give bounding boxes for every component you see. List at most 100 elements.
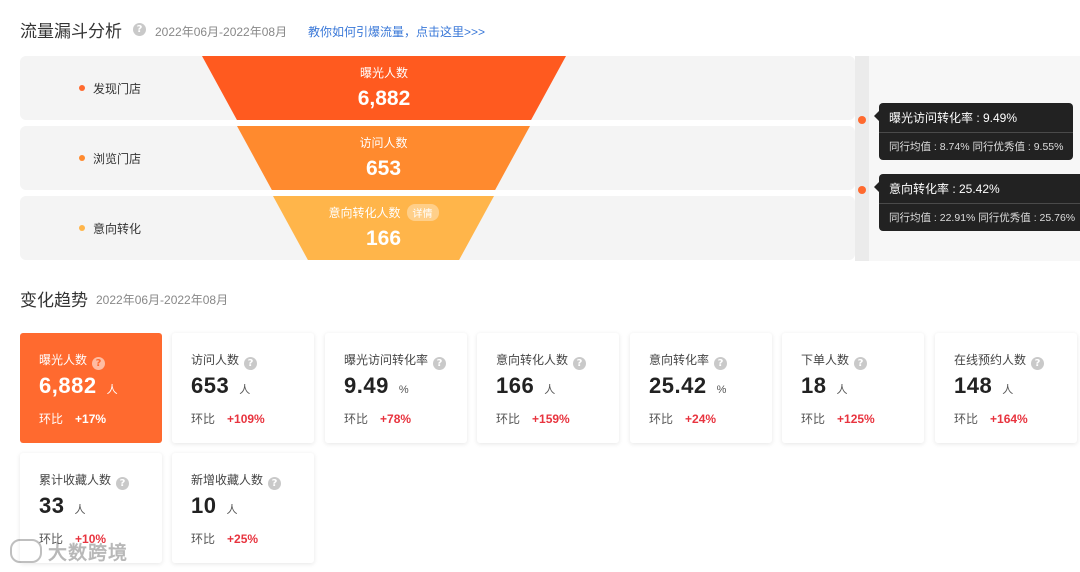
compare-change: +159%: [532, 412, 570, 426]
card-unit: 人: [106, 384, 118, 396]
card-unit: %: [716, 384, 727, 396]
card-name-wrap: 曝光人数?: [39, 351, 106, 370]
card-name: 在线预约人数: [954, 353, 1027, 367]
funnel-metric-label: 意向转化人数: [328, 206, 401, 220]
card-compare: 环比 +17%: [39, 410, 106, 427]
stage-dot: [79, 85, 85, 91]
card-name: 意向转化人数: [496, 353, 569, 367]
card-value: 653: [191, 373, 230, 398]
card-compare: 环比 +25%: [191, 530, 258, 547]
rate-marker-dot: [858, 186, 866, 194]
card-value-wrap: 166 人: [496, 373, 555, 399]
compare-label: 环比: [649, 412, 674, 426]
card-name-wrap: 累计收藏人数?: [39, 471, 130, 490]
tooltip-main: 曝光访问转化率 : 9.49%: [889, 111, 1018, 125]
card-value-wrap: 10 人: [191, 493, 237, 519]
funnel-metric-value: 653: [365, 157, 402, 180]
rate-marker-dot: [858, 116, 866, 124]
metric-card-exposure[interactable]: 曝光人数? 6,882 人 环比 +17%: [20, 333, 162, 443]
help-icon[interactable]: ?: [854, 357, 868, 370]
funnel-metric-name: 意向转化人数 详情: [328, 204, 439, 221]
help-icon[interactable]: ?: [1031, 357, 1045, 370]
compare-change: +25%: [227, 532, 259, 546]
stage-dot: [79, 155, 85, 161]
watermark-text: 大数跨境: [48, 543, 129, 564]
card-unit: 人: [1002, 384, 1014, 396]
trend-date-range: 2022年06月-2022年08月: [96, 293, 229, 307]
intent-rate-tooltip: 意向转化率 : 25.42% 同行均值 : 22.91% 同行优秀值 : 25.…: [873, 174, 1080, 231]
compare-label: 环比: [954, 412, 979, 426]
card-name-wrap: 下单人数?: [801, 351, 868, 370]
card-value-wrap: 25.42%: [649, 373, 726, 399]
card-name: 曝光人数: [39, 353, 88, 367]
compare-label: 环比: [344, 412, 369, 426]
funnel-metric-name: 曝光人数: [359, 66, 408, 80]
card-name-wrap: 新增收藏人数?: [191, 471, 282, 490]
card-value: 10: [191, 493, 217, 518]
card-name-wrap: 曝光访问转化率?: [344, 351, 447, 370]
card-unit: 人: [544, 384, 556, 396]
card-compare: 环比 +159%: [496, 410, 570, 427]
card-name: 累计收藏人数: [39, 473, 112, 487]
help-icon[interactable]: ?: [573, 357, 587, 370]
exposure-visit-rate-tooltip: 曝光访问转化率 : 9.49% 同行均值 : 8.74% 同行优秀值 : 9.5…: [873, 103, 1074, 160]
trend-title: 变化趋势: [20, 291, 88, 310]
metric-card-orders[interactable]: 下单人数? 18 人 环比 +125%: [782, 333, 924, 443]
funnel-help-icon[interactable]: ?: [133, 23, 146, 36]
card-name-wrap: 在线预约人数?: [954, 351, 1045, 370]
card-compare: 环比 +78%: [344, 410, 411, 427]
card-value-wrap: 653 人: [191, 373, 250, 399]
traffic-tips-link[interactable]: 教你如何引爆流量，点击这里>>>: [308, 23, 485, 40]
compare-label: 环比: [801, 412, 826, 426]
help-icon[interactable]: ?: [433, 357, 447, 370]
watermark: 大数跨境: [10, 538, 128, 565]
compare-change: +17%: [75, 412, 107, 426]
compare-change: +109%: [227, 412, 265, 426]
funnel-segment-intent[interactable]: 意向转化人数 详情 166: [273, 196, 494, 260]
compare-change: +125%: [837, 412, 875, 426]
metric-card-online-booking[interactable]: 在线预约人数? 148 人 环比 +164%: [935, 333, 1077, 443]
metric-card-exposure-visit-rate[interactable]: 曝光访问转化率? 9.49% 环比 +78%: [325, 333, 467, 443]
funnel-segment-visit[interactable]: 访问人数 653: [237, 126, 530, 190]
card-name: 新增收藏人数: [191, 473, 264, 487]
compare-label: 环比: [496, 412, 521, 426]
watermark-logo-icon: [10, 539, 42, 563]
card-value-wrap: 9.49%: [344, 373, 409, 399]
funnel-title: 流量漏斗分析: [20, 22, 122, 41]
metric-card-new-favorites[interactable]: 新增收藏人数? 10 人 环比 +25%: [172, 453, 314, 563]
card-name-wrap: 意向转化人数?: [496, 351, 587, 370]
help-icon[interactable]: ?: [92, 357, 106, 370]
metric-card-visit[interactable]: 访问人数? 653 人 环比 +109%: [172, 333, 314, 443]
help-icon[interactable]: ?: [714, 357, 728, 370]
compare-change: +78%: [380, 412, 412, 426]
card-compare: 环比 +24%: [649, 410, 716, 427]
card-value-wrap: 18 人: [801, 373, 847, 399]
funnel-metric-value: 166: [365, 227, 402, 250]
compare-change: +164%: [990, 412, 1028, 426]
funnel-divider: [855, 56, 869, 261]
help-icon[interactable]: ?: [116, 477, 130, 490]
help-icon[interactable]: ?: [244, 357, 258, 370]
compare-change: +24%: [685, 412, 717, 426]
detail-badge[interactable]: 详情: [406, 204, 439, 221]
card-name: 曝光访问转化率: [344, 353, 429, 367]
help-icon[interactable]: ?: [268, 477, 282, 490]
stage-label: 发现门店: [93, 82, 142, 96]
card-name: 意向转化率: [649, 353, 710, 367]
metric-card-intent-rate[interactable]: 意向转化率? 25.42% 环比 +24%: [630, 333, 772, 443]
card-value: 166: [496, 373, 535, 398]
tooltip-benchmark: 同行均值 : 22.91% 同行优秀值 : 25.76%: [889, 212, 1076, 224]
stage-label: 意向转化: [93, 222, 142, 236]
metric-card-intent[interactable]: 意向转化人数? 166 人 环比 +159%: [477, 333, 619, 443]
card-value: 6,882: [39, 373, 97, 398]
card-compare: 环比 +125%: [801, 410, 875, 427]
card-unit: 人: [239, 384, 251, 396]
card-unit: 人: [226, 504, 238, 516]
compare-label: 环比: [191, 412, 216, 426]
compare-label: 环比: [191, 532, 216, 546]
card-compare: 环比 +164%: [954, 410, 1028, 427]
stage-label: 浏览门店: [93, 152, 142, 166]
funnel-segment-exposure[interactable]: 曝光人数 6,882: [202, 56, 566, 120]
card-value-wrap: 148 人: [954, 373, 1013, 399]
card-compare: 环比 +109%: [191, 410, 265, 427]
